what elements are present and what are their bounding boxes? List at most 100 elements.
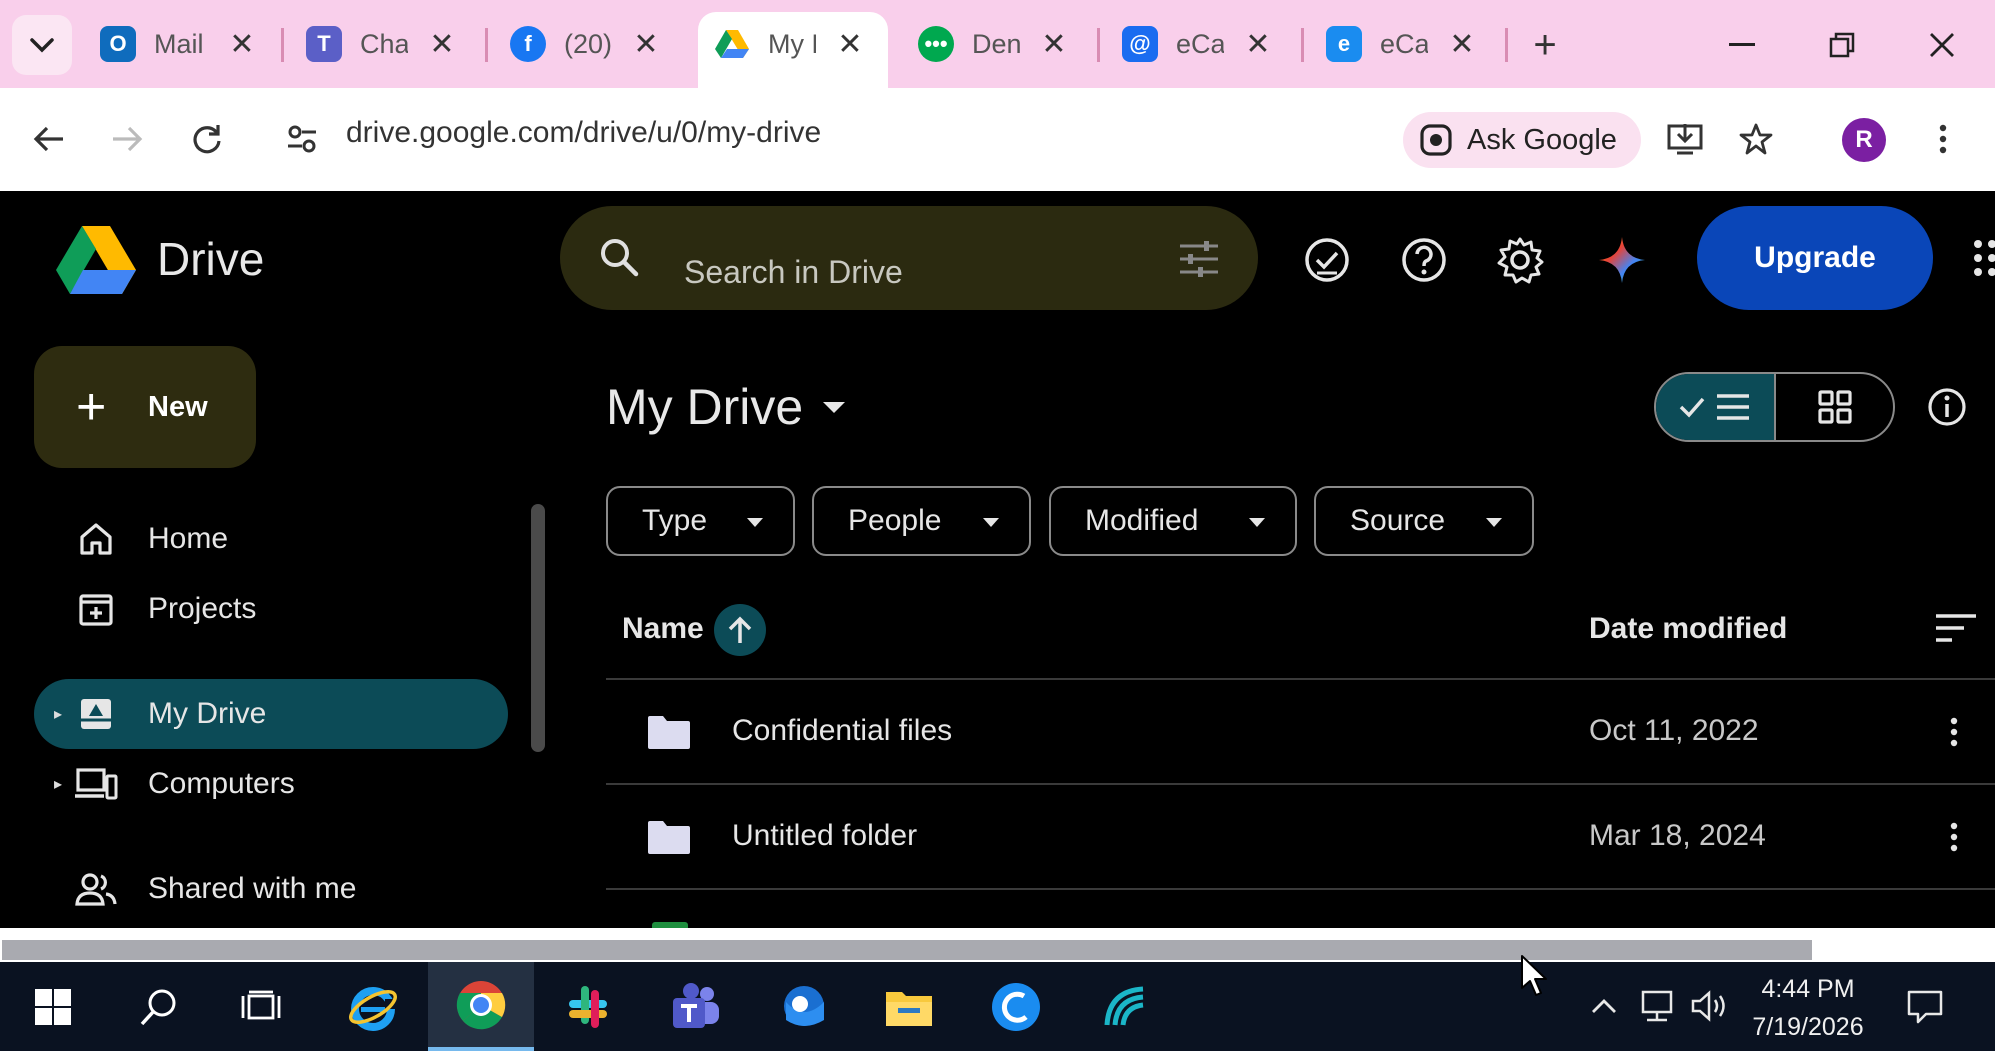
taskbar-internet-explorer[interactable]: [320, 962, 426, 1051]
taskbar-clock[interactable]: 4:44 PM 7/19/2026: [1728, 970, 1888, 1046]
tab-search-button[interactable]: [12, 15, 72, 75]
tab-eca-2[interactable]: e eCa ✕: [1326, 14, 1480, 74]
show-hidden-icons-button[interactable]: [1582, 984, 1626, 1028]
tab-title: My D: [768, 28, 816, 59]
column-header-date-modified[interactable]: Date modified: [1589, 612, 1787, 646]
file-name: Untitled folder: [732, 819, 918, 852]
grid-view-button[interactable]: [1776, 374, 1893, 440]
chat-bubble-icon: •••: [918, 26, 954, 62]
close-icon[interactable]: ✕: [628, 26, 664, 62]
filter-chip-modified[interactable]: Modified: [1049, 486, 1297, 556]
column-header-name[interactable]: Name: [622, 612, 704, 646]
taskbar-teams[interactable]: [642, 962, 748, 1051]
folder-icon: [648, 716, 690, 749]
back-button[interactable]: [24, 114, 74, 164]
tab-title: Chat: [360, 28, 408, 59]
tab-my-drive[interactable]: My D ✕: [714, 14, 868, 74]
close-icon[interactable]: ✕: [1240, 26, 1276, 62]
taskbar-slack[interactable]: [535, 962, 641, 1051]
restore-button[interactable]: [1817, 22, 1867, 68]
clock-date: 7/19/2026: [1752, 1013, 1864, 1041]
reload-button[interactable]: [182, 114, 232, 164]
settings-button[interactable]: [1492, 232, 1548, 288]
expand-arrow-icon[interactable]: ▸: [54, 774, 66, 794]
ask-google-button[interactable]: Ask Google: [1403, 112, 1641, 168]
start-button[interactable]: [0, 962, 106, 1051]
offline-ready-button[interactable]: [1299, 232, 1355, 288]
expand-arrow-icon[interactable]: ▸: [54, 704, 66, 724]
tab-mail[interactable]: O Mail ✕: [100, 14, 260, 74]
file-row[interactable]: Untitled folder Mar 18, 2024: [606, 785, 1995, 890]
more-actions-button[interactable]: [1934, 813, 1974, 861]
action-center-button[interactable]: [1900, 982, 1950, 1032]
network-button[interactable]: [1636, 984, 1680, 1028]
close-icon[interactable]: ✕: [424, 26, 460, 62]
new-tab-button[interactable]: +: [1522, 22, 1568, 68]
close-window-button[interactable]: [1917, 22, 1967, 68]
more-actions-button[interactable]: [1934, 708, 1974, 756]
network-icon: [1641, 990, 1673, 1022]
site-info-button[interactable]: [280, 114, 324, 164]
tab-facebook[interactable]: f (20) ✕: [510, 14, 664, 74]
outlook-icon: O: [100, 26, 136, 62]
file-row[interactable]: Confidential files Oct 11, 2022: [606, 680, 1995, 785]
install-app-button[interactable]: [1660, 114, 1710, 164]
apps-grid-icon[interactable]: [1972, 238, 1995, 278]
tab-eca-1[interactable]: @ eCa ✕: [1122, 14, 1276, 74]
minimize-button[interactable]: [1717, 22, 1767, 68]
drive-logo-icon[interactable]: [56, 224, 136, 296]
chevron-up-icon: [1592, 999, 1616, 1013]
profile-avatar[interactable]: R: [1842, 118, 1886, 162]
sidebar-item-shared-with-me[interactable]: Shared with me: [34, 854, 508, 924]
close-icon[interactable]: ✕: [1444, 26, 1480, 62]
search-icon[interactable]: [598, 236, 640, 278]
sidebar-item-my-drive[interactable]: ▸ My Drive: [34, 679, 508, 749]
filter-chip-type[interactable]: Type: [606, 486, 795, 556]
gemini-button[interactable]: [1594, 232, 1650, 288]
forward-button[interactable]: [102, 114, 152, 164]
sort-direction-button[interactable]: [714, 604, 766, 656]
browser-tab-strip: O Mail ✕ T Chat ✕ f (20) ✕ My D ✕ ••• De…: [0, 0, 1995, 90]
help-button[interactable]: [1396, 232, 1452, 288]
close-icon[interactable]: ✕: [224, 26, 260, 62]
details-button[interactable]: [1922, 382, 1972, 432]
list-view-button[interactable]: [1656, 374, 1776, 440]
taskbar-file-explorer[interactable]: [856, 962, 962, 1051]
sidebar-item-computers[interactable]: ▸ Computers: [34, 749, 508, 819]
close-icon[interactable]: ✕: [1036, 26, 1072, 62]
sidebar-item-projects[interactable]: Projects: [34, 574, 508, 644]
filter-chip-people[interactable]: People: [812, 486, 1031, 556]
close-icon[interactable]: ✕: [832, 26, 868, 62]
check-circle-icon: [1305, 238, 1349, 282]
taskbar-chrome[interactable]: [428, 962, 534, 1051]
sidebar-scrollbar[interactable]: [531, 504, 545, 752]
address-bar-url[interactable]: drive.google.com/drive/u/0/my-drive: [346, 116, 821, 150]
search-options-icon[interactable]: [1178, 240, 1220, 278]
taskbar-ecal[interactable]: [963, 962, 1069, 1051]
sort-options-icon[interactable]: [1934, 608, 1978, 648]
taskbar-outlook[interactable]: [749, 962, 855, 1051]
teams-icon: T: [306, 26, 342, 62]
filter-label: Type: [642, 504, 708, 537]
browser-menu-button[interactable]: [1918, 114, 1968, 164]
shared-icon: [74, 867, 118, 911]
sidebar-item-label: Computers: [148, 767, 295, 800]
view-toggle: [1654, 372, 1895, 442]
search-input[interactable]: Search in Drive: [684, 254, 903, 291]
search-bar[interactable]: Search in Drive: [560, 206, 1258, 310]
tab-chat[interactable]: T Chat ✕: [306, 14, 460, 74]
filter-chip-source[interactable]: Source: [1314, 486, 1534, 556]
taskbar-feather-app[interactable]: [1072, 962, 1178, 1051]
upgrade-button[interactable]: Upgrade: [1697, 206, 1933, 310]
new-button[interactable]: + New: [34, 346, 256, 468]
tune-icon: [288, 125, 316, 153]
taskbar-search-button[interactable]: [106, 962, 212, 1051]
sidebar-item-home[interactable]: Home: [34, 504, 508, 574]
volume-button[interactable]: [1688, 984, 1732, 1028]
bookmark-button[interactable]: [1731, 114, 1781, 164]
notification-icon: [1907, 990, 1943, 1024]
dropdown-arrow-icon: [747, 518, 763, 527]
task-view-button[interactable]: [208, 962, 314, 1051]
page-title[interactable]: My Drive: [606, 378, 846, 436]
tab-den[interactable]: ••• Den ✕: [918, 14, 1072, 74]
